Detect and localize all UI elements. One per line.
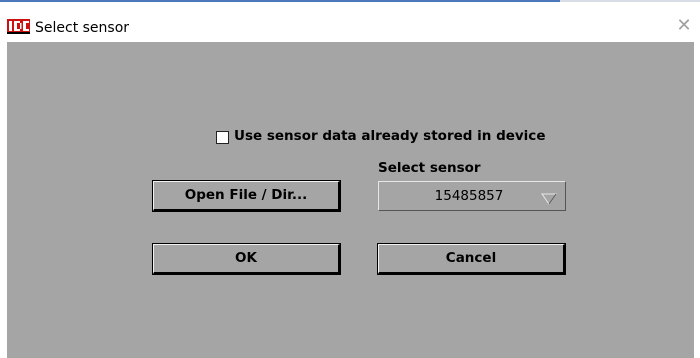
title-bar[interactable]: Select sensor ✕ xyxy=(0,2,700,42)
sensor-select[interactable]: 15485857 xyxy=(378,181,566,211)
chevron-down-icon[interactable] xyxy=(541,193,557,205)
window-title: Select sensor xyxy=(35,20,130,36)
ok-button[interactable]: OK xyxy=(152,243,341,275)
dialog-body xyxy=(7,42,694,358)
use-stored-data-label[interactable]: Use sensor data already stored in device xyxy=(234,128,545,145)
cancel-button[interactable]: Cancel xyxy=(377,243,566,275)
app-logo-icon xyxy=(7,19,30,34)
select-sensor-label: Select sensor xyxy=(378,160,481,176)
use-stored-data-checkbox[interactable] xyxy=(216,131,229,144)
open-file-button[interactable]: Open File / Dir... xyxy=(152,180,341,212)
close-icon[interactable]: ✕ xyxy=(674,16,694,36)
sensor-select-value: 15485857 xyxy=(434,188,504,204)
